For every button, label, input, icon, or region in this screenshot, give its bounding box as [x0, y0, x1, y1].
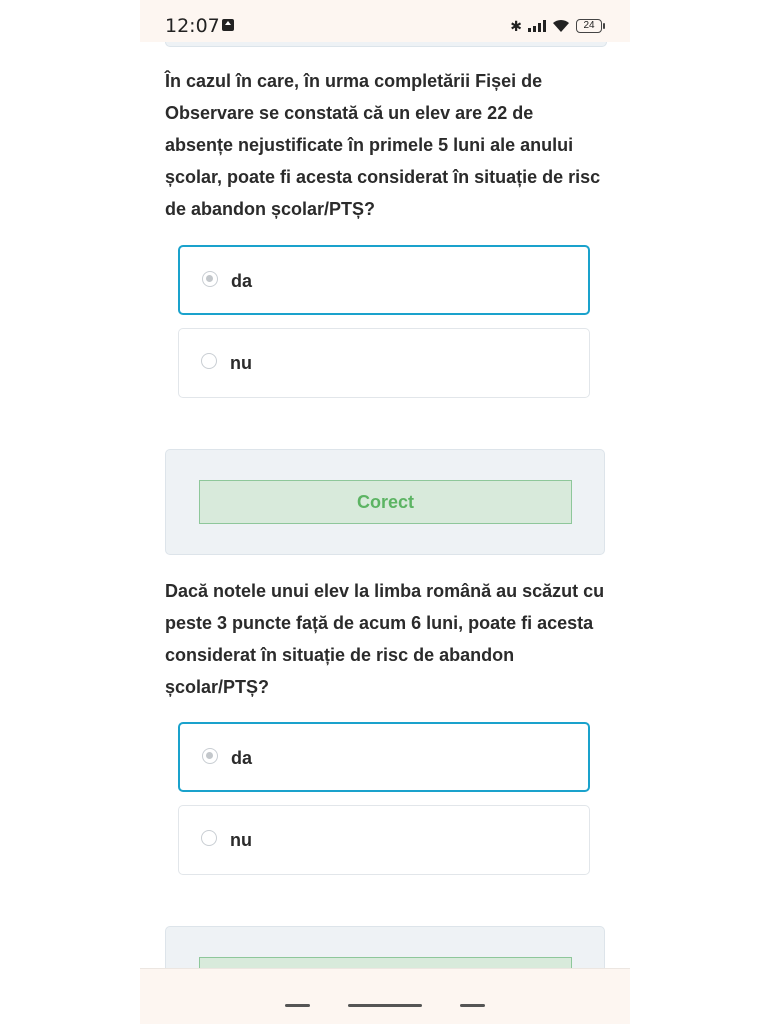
radio-button[interactable]: [201, 830, 217, 846]
menu-nav-button[interactable]: [285, 1004, 310, 1007]
question-2-text: Dacă notele unui elev la limba română au…: [165, 581, 605, 697]
bluetooth-icon: ✱: [510, 18, 522, 34]
question-2-option-da[interactable]: da: [178, 722, 590, 792]
phone-screen: 12:07 ✱ 24 În cazul în care, în urma com…: [140, 0, 630, 1024]
signal-icon: [528, 20, 546, 32]
status-bar: 12:07 ✱ 24: [140, 0, 630, 42]
option-label: nu: [230, 830, 252, 850]
question-1-option-da[interactable]: da: [178, 245, 590, 315]
upload-notification-icon: [222, 19, 234, 31]
question-1-option-nu[interactable]: nu: [178, 328, 590, 398]
option-label: da: [231, 271, 253, 291]
page: 12:07 ✱ 24 În cazul în care, în urma com…: [0, 0, 768, 1024]
question-2-option-nu[interactable]: nu: [178, 805, 590, 875]
wifi-icon: [553, 19, 569, 32]
home-nav-button[interactable]: [348, 1004, 422, 1007]
status-time: 12:07: [165, 15, 220, 37]
status-icons: ✱ 24: [510, 17, 605, 35]
option-label: nu: [230, 353, 252, 373]
correct-feedback-banner: Corect: [199, 480, 572, 524]
battery-icon: 24: [576, 19, 605, 33]
back-nav-button[interactable]: [460, 1004, 485, 1007]
question-1-feedback-card: Corect: [165, 449, 605, 555]
system-navigation-bar: [140, 968, 630, 1024]
question-1-text: În cazul în care, în urma completării Fi…: [165, 71, 601, 219]
radio-button-selected[interactable]: [202, 748, 218, 764]
radio-button-selected[interactable]: [202, 271, 218, 287]
radio-button[interactable]: [201, 353, 217, 369]
option-label: da: [231, 748, 253, 768]
